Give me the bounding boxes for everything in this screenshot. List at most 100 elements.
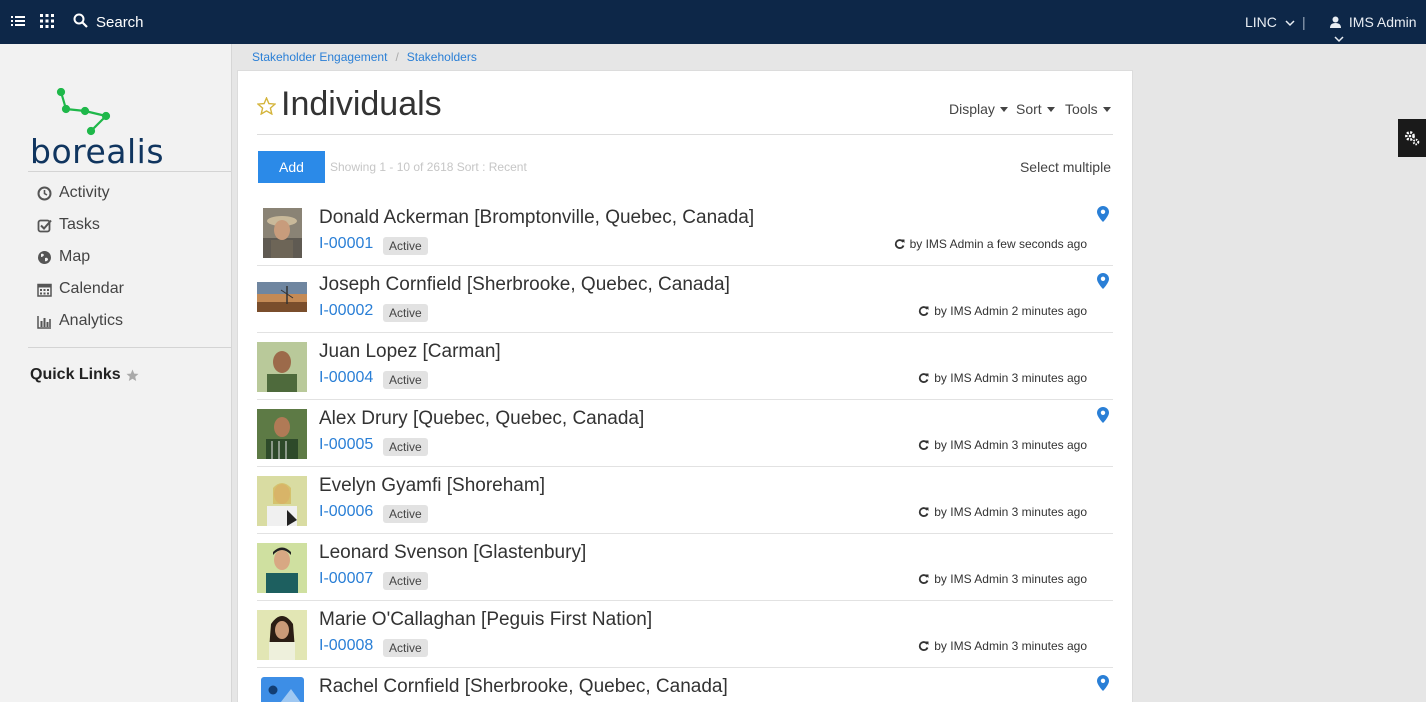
search-icon[interactable] xyxy=(72,12,90,30)
org-label: LINC xyxy=(1245,14,1277,30)
star-icon[interactable] xyxy=(126,369,139,382)
tools-label: Tools xyxy=(1065,101,1098,117)
refresh-icon xyxy=(919,372,929,383)
avatar xyxy=(263,208,302,258)
favorite-star-icon[interactable] xyxy=(257,97,276,115)
updated-info: by IMS Admin 3 minutes ago xyxy=(918,639,1087,653)
updated-info: by IMS Admin 2 minutes ago xyxy=(918,304,1087,318)
bar-chart-icon xyxy=(37,315,51,329)
list-item[interactable]: Leonard Svenson [Glastenbury] I-00007 Ac… xyxy=(257,534,1113,601)
individual-name[interactable]: Alex Drury [Quebec, Quebec, Canada] xyxy=(319,408,644,430)
topbar-divider: | xyxy=(1302,14,1306,30)
list-item[interactable]: Joseph Cornfield [Sherbrooke, Quebec, Ca… xyxy=(257,266,1113,333)
individual-name[interactable]: Donald Ackerman [Bromptonville, Quebec, … xyxy=(319,207,754,229)
map-pin-icon[interactable] xyxy=(1097,206,1109,222)
sidebar-item-label: Map xyxy=(59,248,91,265)
individual-name[interactable]: Rachel Cornfield [Sherbrooke, Quebec, Ca… xyxy=(319,676,728,698)
list-item[interactable]: Evelyn Gyamfi [Shoreham] I-00006 Active … xyxy=(257,467,1113,534)
individual-id-link[interactable]: I-00001 xyxy=(319,235,373,253)
individual-id-link[interactable]: I-00004 xyxy=(319,369,373,387)
updated-text: by IMS Admin 2 minutes ago xyxy=(934,304,1087,318)
individual-id-link[interactable]: I-00007 xyxy=(319,570,373,588)
sidebar-divider xyxy=(28,347,231,348)
gears-icon xyxy=(1405,131,1420,146)
individual-id-link[interactable]: I-00006 xyxy=(319,503,373,521)
calendar-icon xyxy=(37,283,52,297)
refresh-icon xyxy=(919,573,929,584)
individual-name[interactable]: Juan Lopez [Carman] xyxy=(319,341,501,363)
status-badge: Active xyxy=(383,304,428,322)
checkbox-icon xyxy=(37,219,52,232)
list-item[interactable]: Rachel Cornfield [Sherbrooke, Quebec, Ca… xyxy=(257,668,1113,702)
sort-label: Sort xyxy=(1016,101,1042,117)
select-multiple-link[interactable]: Select multiple xyxy=(1020,159,1111,175)
sidebar-divider xyxy=(28,171,231,172)
updated-text: by IMS Admin 3 minutes ago xyxy=(934,505,1087,519)
top-navbar: Search LINC | IMS Admin xyxy=(0,0,1426,44)
status-badge: Active xyxy=(383,505,428,523)
status-badge: Active xyxy=(383,371,428,389)
sidebar-item-label: Calendar xyxy=(59,280,124,297)
individual-name[interactable]: Joseph Cornfield [Sherbrooke, Quebec, Ca… xyxy=(319,274,730,296)
breadcrumb-link[interactable]: Stakeholder Engagement xyxy=(252,50,387,64)
caret-down-icon xyxy=(1102,106,1111,112)
map-pin-icon[interactable] xyxy=(1097,407,1109,423)
user-name: IMS Admin xyxy=(1348,14,1417,30)
quick-links-heading: Quick Links xyxy=(30,366,139,384)
individual-name[interactable]: Evelyn Gyamfi [Shoreham] xyxy=(319,475,545,497)
refresh-icon xyxy=(919,305,929,316)
status-badge: Active xyxy=(383,438,428,456)
display-menu[interactable]: Display xyxy=(949,101,1008,117)
avatar xyxy=(257,543,307,593)
sidebar-item-label: Analytics xyxy=(59,312,124,329)
list-icon[interactable] xyxy=(9,12,27,30)
refresh-icon xyxy=(919,439,929,450)
tools-menu[interactable]: Tools xyxy=(1065,101,1111,117)
avatar xyxy=(257,409,307,459)
updated-info: by IMS Admin 3 minutes ago xyxy=(918,371,1087,385)
individual-id-link[interactable]: I-00008 xyxy=(319,637,373,655)
updated-info: by IMS Admin 3 minutes ago xyxy=(918,505,1087,519)
page-title: Individuals xyxy=(281,85,442,123)
grid-icon[interactable] xyxy=(38,12,56,30)
status-badge: Active xyxy=(383,237,428,255)
breadcrumb-link[interactable]: Stakeholders xyxy=(407,50,477,64)
status-badge: Active xyxy=(383,639,428,657)
main-card: Individuals Display Sort Tools Add Showi… xyxy=(237,70,1133,702)
individual-id-link[interactable]: I-00005 xyxy=(319,436,373,454)
sidebar-item-label: Activity xyxy=(59,184,110,201)
individual-name[interactable]: Marie O'Callaghan [Peguis First Nation] xyxy=(319,609,652,631)
sidebar-item-tasks[interactable]: Tasks xyxy=(37,214,100,236)
individual-name[interactable]: Leonard Svenson [Glastenbury] xyxy=(319,542,586,564)
list-item[interactable]: Marie O'Callaghan [Peguis First Nation] … xyxy=(257,601,1113,668)
sidebar-item-activity[interactable]: Activity xyxy=(37,182,110,204)
avatar xyxy=(257,282,307,312)
list-item[interactable]: Juan Lopez [Carman] I-00004 Active by IM… xyxy=(257,333,1113,400)
sidebar-item-map[interactable]: Map xyxy=(37,246,90,268)
breadcrumb: Stakeholder Engagement / Stakeholders xyxy=(252,50,477,64)
org-dropdown[interactable]: LINC xyxy=(1245,14,1295,30)
updated-text: by IMS Admin 3 minutes ago xyxy=(934,639,1087,653)
settings-panel-toggle[interactable] xyxy=(1398,119,1426,157)
sidebar-item-analytics[interactable]: Analytics xyxy=(37,310,123,332)
globe-icon xyxy=(38,250,51,264)
user-menu[interactable]: IMS Admin xyxy=(1330,14,1426,46)
updated-info: by IMS Admin a few seconds ago xyxy=(894,237,1087,251)
individual-id-link[interactable]: I-00002 xyxy=(319,302,373,320)
updated-text: by IMS Admin 3 minutes ago xyxy=(934,371,1087,385)
list-item[interactable]: Alex Drury [Quebec, Quebec, Canada] I-00… xyxy=(257,400,1113,467)
refresh-icon xyxy=(919,506,929,517)
add-button[interactable]: Add xyxy=(258,151,325,183)
map-pin-icon[interactable] xyxy=(1097,675,1109,691)
results-summary: Showing 1 - 10 of 2618 Sort : Recent xyxy=(330,160,527,174)
chevron-down-icon xyxy=(1285,20,1295,27)
status-badge: Active xyxy=(383,572,428,590)
avatar xyxy=(257,342,307,392)
sort-menu[interactable]: Sort xyxy=(1016,101,1055,117)
sidebar-item-calendar[interactable]: Calendar xyxy=(37,278,124,300)
caret-down-icon xyxy=(1046,106,1055,112)
list-item[interactable]: Donald Ackerman [Bromptonville, Quebec, … xyxy=(257,199,1113,266)
search-label[interactable]: Search xyxy=(96,14,144,31)
map-pin-icon[interactable] xyxy=(1097,273,1109,289)
display-label: Display xyxy=(949,101,995,117)
